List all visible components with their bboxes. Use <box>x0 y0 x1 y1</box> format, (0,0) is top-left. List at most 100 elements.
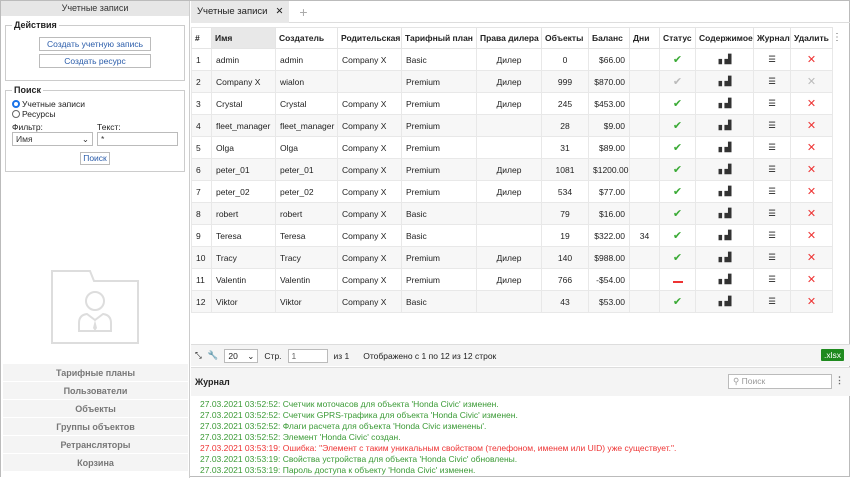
nav-users[interactable]: Пользователи <box>3 382 188 400</box>
delete-cell[interactable]: ✕ <box>790 114 833 137</box>
filter-select[interactable]: Имя ⌄ <box>12 132 93 146</box>
log-search-input[interactable]: ⚲ Поиск <box>728 374 832 389</box>
column-header[interactable]: Статус <box>659 27 696 49</box>
column-header[interactable]: Содержимое <box>695 27 754 49</box>
delete-cell[interactable]: ✕ <box>790 290 833 313</box>
status-cell[interactable]: ✔ <box>659 158 696 181</box>
status-cell[interactable]: ✔ <box>659 48 696 71</box>
tab-accounts[interactable]: Учетные записи ✕ <box>191 0 290 23</box>
log-cell[interactable]: ☰ <box>753 114 791 137</box>
column-header[interactable]: Родительская <box>337 27 402 49</box>
contents-cell[interactable]: ▖▟ <box>695 92 754 115</box>
status-cell[interactable]: ✔ <box>659 114 696 137</box>
check-icon: ✔ <box>672 54 683 66</box>
log-cell[interactable]: ☰ <box>753 268 791 291</box>
column-header[interactable]: Дни <box>629 27 660 49</box>
table-row[interactable]: 2 Company Xwialon Premium Дилер 999 $870.00 ✔ ▖… <box>191 70 833 93</box>
log-cell[interactable]: ☰ <box>753 180 791 203</box>
table-cell <box>629 268 660 291</box>
status-cell[interactable]: ✔ <box>659 290 696 313</box>
column-header[interactable]: # <box>191 27 212 49</box>
contents-cell[interactable]: ▖▟ <box>695 180 754 203</box>
delete-cell[interactable]: ✕ <box>790 158 833 181</box>
contents-cell[interactable]: ▖▟ <box>695 224 754 247</box>
table-row[interactable]: 4 fleet_manager fleet_manager Company X Prem… <box>191 114 833 137</box>
table-row[interactable]: 7 peter_02 peter_02 Company X Premium Дилер 53… <box>191 180 833 203</box>
column-header[interactable]: Удалить <box>790 27 833 49</box>
contents-cell[interactable]: ▖▟ <box>695 202 754 225</box>
page-size-select[interactable]: 20 ⌄ <box>224 348 259 363</box>
export-xlsx-button[interactable]: .xlsx <box>821 349 844 361</box>
contents-cell[interactable]: ▖▟ <box>695 290 754 313</box>
status-cell[interactable] <box>659 268 696 291</box>
column-menu-icon[interactable]: ⋮ <box>832 32 842 43</box>
wrench-icon[interactable]: 🔧 <box>208 350 219 361</box>
status-cell[interactable]: ✔ <box>659 92 696 115</box>
radio-resources[interactable]: Ресурсы <box>12 109 178 119</box>
list-icon: ☰ <box>768 164 776 174</box>
table-row[interactable]: 1 admin admin Company X Basic Дилер 0 $66.00 ✔ ▖▟… <box>191 48 833 71</box>
log-cell[interactable]: ☰ <box>753 48 791 71</box>
close-icon[interactable]: ✕ <box>275 1 283 23</box>
delete-cell[interactable]: ✕ <box>790 268 833 291</box>
resize-columns-icon[interactable]: ⤡ <box>195 350 202 361</box>
add-tab-icon[interactable]: + <box>299 4 307 20</box>
contents-cell[interactable]: ▖▟ <box>695 136 754 159</box>
contents-cell[interactable]: ▖▟ <box>695 246 754 269</box>
column-header[interactable]: Создатель <box>275 27 338 49</box>
delete-cell[interactable]: ✕ <box>790 70 833 93</box>
delete-cell[interactable]: ✕ <box>790 180 833 203</box>
status-cell[interactable]: ✔ <box>659 202 696 225</box>
column-header[interactable]: Имя <box>211 27 276 49</box>
create-account-button[interactable]: Создать учетную запись <box>39 37 151 51</box>
delete-cell[interactable]: ✕ <box>790 48 833 71</box>
nav-unit-groups[interactable]: Группы объектов <box>3 418 188 436</box>
delete-cell[interactable]: ✕ <box>790 92 833 115</box>
status-cell[interactable]: ✔ <box>659 224 696 247</box>
search-button[interactable]: Поиск <box>80 152 110 165</box>
radio-accounts[interactable]: Учетные записи <box>12 99 178 109</box>
contents-cell[interactable]: ▖▟ <box>695 158 754 181</box>
table-row[interactable]: 5 Olga Olga Company X Premium 31 $89.00 ✔ ▖▟ ☰ ✕ <box>191 136 833 159</box>
column-header[interactable]: Тарифный план <box>401 27 477 49</box>
nav-retranslators[interactable]: Ретрансляторы <box>3 436 188 454</box>
nav-units[interactable]: Объекты <box>3 400 188 418</box>
log-cell[interactable]: ☰ <box>753 158 791 181</box>
page-input[interactable]: 1 <box>287 348 328 363</box>
contents-cell[interactable]: ▖▟ <box>695 48 754 71</box>
create-resource-button[interactable]: Создать ресурс <box>39 54 151 68</box>
column-header[interactable]: Журнал <box>753 27 791 49</box>
nav-tariff-plans[interactable]: Тарифные планы <box>3 364 188 382</box>
delete-cell[interactable]: ✕ <box>790 224 833 247</box>
contents-cell[interactable]: ▖▟ <box>695 114 754 137</box>
delete-cell[interactable]: ✕ <box>790 246 833 269</box>
table-row[interactable]: 11 Valentin Valentin Company X Premium Дилер 7… <box>191 268 833 291</box>
delete-cell[interactable]: ✕ <box>790 202 833 225</box>
log-cell[interactable]: ☰ <box>753 136 791 159</box>
contents-cell[interactable]: ▖▟ <box>695 70 754 93</box>
contents-cell[interactable]: ▖▟ <box>695 268 754 291</box>
nav-recycle-bin[interactable]: Корзина <box>3 454 188 472</box>
text-input[interactable]: * <box>97 132 178 146</box>
log-cell[interactable]: ☰ <box>753 92 791 115</box>
log-cell[interactable]: ☰ <box>753 224 791 247</box>
table-row[interactable]: 12 Viktor Viktor Company X Basic 43 $53.00 ✔ ▖▟ ☰… <box>191 290 833 313</box>
delete-cell[interactable]: ✕ <box>790 136 833 159</box>
log-cell[interactable]: ☰ <box>753 246 791 269</box>
table-row[interactable]: 3 Crystal Crystal Company X Premium Дилер 245 $… <box>191 92 833 115</box>
table-row[interactable]: 6 peter_01 peter_01 Company X Premium Дилер 10… <box>191 158 833 181</box>
status-cell[interactable]: ✔ <box>659 180 696 203</box>
log-cell[interactable]: ☰ <box>753 290 791 313</box>
log-cell[interactable]: ☰ <box>753 70 791 93</box>
log-cell[interactable]: ☰ <box>753 202 791 225</box>
column-header[interactable]: Объекты <box>541 27 589 49</box>
column-header[interactable]: Баланс <box>588 27 630 49</box>
table-row[interactable]: 10 Tracy Tracy Company X Premium Дилер 140 $988… <box>191 246 833 269</box>
status-cell[interactable]: ✔ <box>659 136 696 159</box>
log-menu-icon[interactable]: ⋮ <box>835 375 844 386</box>
table-row[interactable]: 8 robert robert Company X Basic 79 $16.00 ✔ ▖▟ ☰ ✕ <box>191 202 833 225</box>
status-cell[interactable]: ✔ <box>659 70 696 93</box>
table-row[interactable]: 9 Teresa Teresa Company X Basic 19 $322.00 34 ✔ ▖… <box>191 224 833 247</box>
column-header[interactable]: Права дилера <box>476 27 542 49</box>
status-cell[interactable]: ✔ <box>659 246 696 269</box>
